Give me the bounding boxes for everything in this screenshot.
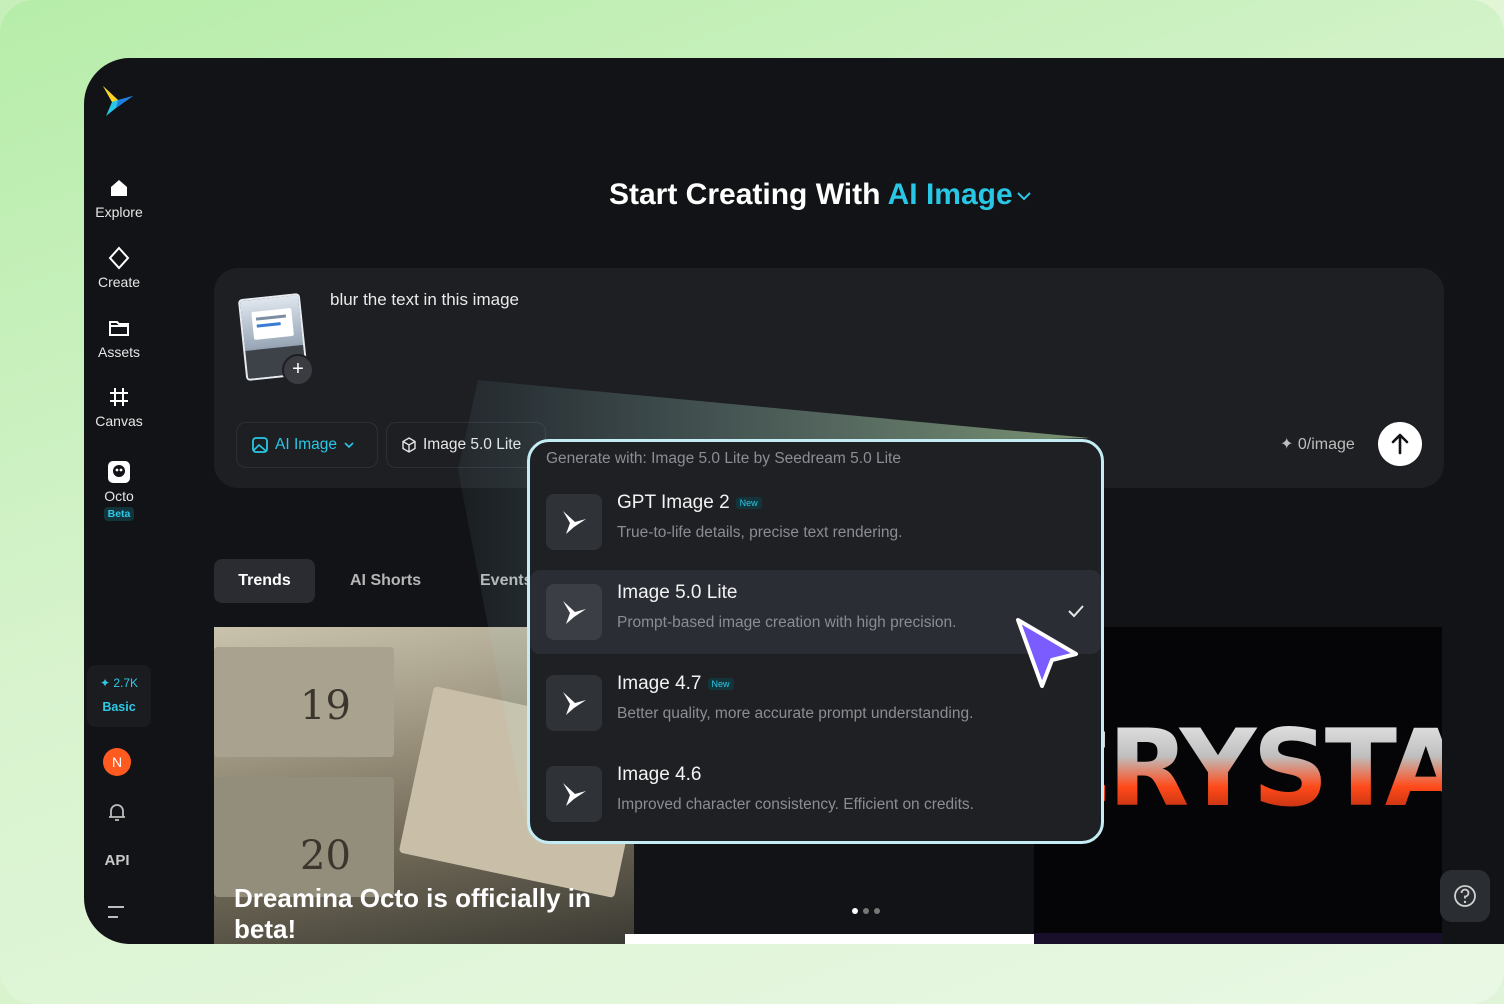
add-image-button[interactable]: + (282, 354, 314, 386)
option-name: GPT Image 2 (617, 492, 730, 513)
model-label: Image 5.0 Lite (423, 436, 522, 453)
api-link[interactable]: API (84, 852, 150, 869)
tab-ai-shorts[interactable]: AI Shorts (350, 559, 421, 603)
avatar[interactable]: N (103, 748, 131, 776)
option-description: Better quality, more accurate prompt und… (617, 705, 974, 722)
chevron-down-icon (344, 442, 354, 449)
dropdown-title: Generate with: Image 5.0 Lite by Seedrea… (546, 450, 901, 467)
logo-icon[interactable] (100, 82, 136, 118)
carousel-dots[interactable] (852, 908, 880, 914)
title-mode-selector[interactable]: AI Image (888, 178, 1013, 211)
frame-grid-icon (110, 388, 128, 406)
option-name: Image 4.6 (617, 764, 702, 785)
option-description: Prompt-based image creation with high pr… (617, 614, 957, 631)
sidebar-item-label: Canvas (95, 413, 143, 429)
sidebar-item-explore[interactable]: Explore (84, 176, 154, 220)
option-description: True-to-life details, precise text rende… (617, 524, 903, 541)
mailbox-number: 19 (300, 683, 351, 729)
sparkle-diamond-icon (108, 246, 130, 270)
title-prefix: Start Creating With (609, 178, 888, 211)
sidebar-item-create[interactable]: Create (84, 246, 154, 290)
model-logo-icon (546, 675, 602, 731)
bell-icon[interactable] (105, 800, 129, 824)
home-icon (111, 180, 127, 196)
plan-label: Basic (102, 700, 136, 714)
option-name: Image 5.0 Lite (617, 582, 738, 603)
credits-star-icon: ✦ (99, 676, 111, 690)
credits-box[interactable]: ✦ 2.7K Basic (87, 665, 151, 727)
model-logo-icon (546, 766, 602, 822)
cost-indicator: ✦ 0/image (1280, 434, 1355, 454)
new-badge: New (707, 678, 734, 690)
option-name: Image 4.7 (617, 673, 702, 694)
sidebar-item-assets[interactable]: Assets (84, 316, 154, 360)
mode-label: AI Image (275, 436, 338, 453)
sidebar-item-octo[interactable]: Octo Beta (84, 460, 154, 521)
sidebar-item-label: Octo (104, 488, 134, 504)
prompt-input[interactable]: blur the text in this image (330, 290, 519, 310)
sidebar-item-label: Explore (95, 204, 143, 220)
sidebar-item-label: Create (97, 274, 141, 290)
credits-amount: 2.7K (113, 676, 139, 690)
option-description: Improved character consistency. Efficien… (617, 796, 974, 813)
chevron-down-icon[interactable] (1015, 187, 1033, 205)
sidebar-item-label: Assets (97, 344, 140, 360)
beta-badge: Beta (103, 507, 135, 521)
octo-icon (108, 461, 130, 483)
model-logo-icon (546, 584, 602, 640)
credit-star-icon: ✦ (1280, 436, 1294, 453)
help-button[interactable] (1440, 870, 1490, 922)
mailbox-number: 20 (300, 833, 351, 879)
model-option-gpt-image-2[interactable]: GPT Image 2 New True-to-life details, pre… (530, 480, 1101, 564)
new-badge: New (735, 497, 762, 509)
sidebar-item-canvas[interactable]: Canvas (84, 385, 154, 429)
page-title: Start Creating With AI Image (609, 178, 1033, 212)
model-option-image-4-6[interactable]: Image 4.6 Improved character consistency… (530, 752, 1101, 836)
menu-icon[interactable] (106, 904, 126, 920)
tab-events[interactable]: Events (480, 559, 532, 603)
mouse-cursor-icon (1016, 618, 1078, 688)
mode-selector-button[interactable]: AI Image (236, 422, 378, 468)
secondary-banner[interactable] (625, 934, 1034, 944)
tab-trends[interactable]: Trends (214, 559, 315, 603)
model-selector-button[interactable]: Image 5.0 Lite (386, 422, 546, 468)
image-icon (252, 437, 268, 453)
cube-icon (402, 437, 416, 453)
send-button[interactable] (1378, 422, 1422, 466)
cost-label: 0/image (1297, 436, 1355, 453)
model-logo-icon (546, 494, 602, 550)
banner-title: Dreamina Octo is officially in beta! (234, 883, 591, 944)
folder-icon (109, 321, 129, 336)
